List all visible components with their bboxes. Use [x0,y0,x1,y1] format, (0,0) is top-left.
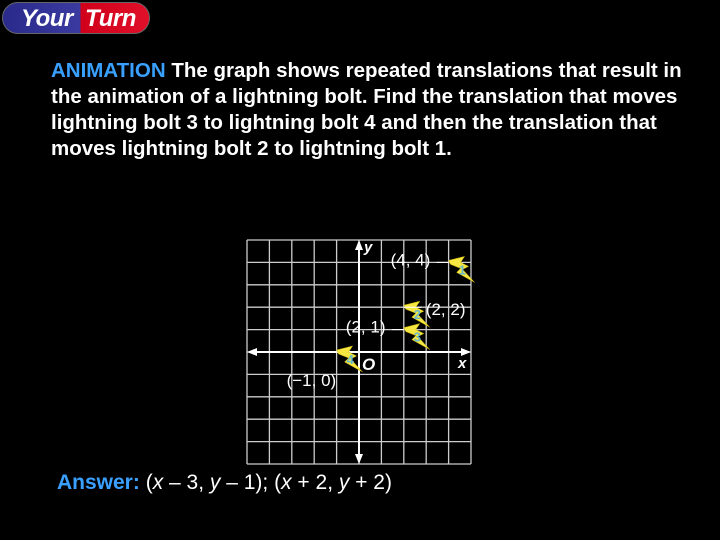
y-axis-arrow-down [355,454,363,464]
badge-part1: Your [21,5,73,32]
point-label: (4, 4) [391,250,431,269]
answer-var: y [209,471,221,494]
answer: Answer: (x – 3, y – 1); (x + 2, y + 2) [57,471,392,495]
point-label: (2, 1) [346,318,386,337]
problem-keyword: ANIMATION [51,59,166,82]
bolt-number: 1 [459,262,466,277]
problem-text: ANIMATION The graph shows repeated trans… [51,58,691,162]
answer-var: x [281,471,292,494]
answer-text: + 2, [291,471,339,494]
y-axis-label: y [363,239,373,256]
answer-label: Answer: [57,471,140,494]
answer-text: ( [139,471,153,494]
answer-var: y [338,471,350,494]
answer-text: + 2) [349,471,392,494]
answer-text: – 1); ( [220,471,282,494]
bolt-number: 4 [347,352,355,367]
origin-label: O [362,355,375,374]
your-turn-badge: Your Turn [2,2,150,34]
coordinate-graph: 1 (4, 4) 2 (2, 2) 3 (2, 1) 4 (−1, 0) y x O [246,239,475,465]
x-axis-arrow-left [247,348,257,356]
y-axis-arrow-up [355,240,363,250]
answer-var: x [152,471,164,494]
badge-part2: Turn [85,5,136,32]
bolt-number: 3 [414,330,421,345]
x-axis-label: x [457,355,467,372]
bolt-number: 2 [414,307,421,322]
point-label: (2, 2) [426,300,466,319]
answer-text: – 3, [163,471,210,494]
point-label: (−1, 0) [287,371,337,390]
axes [247,240,471,464]
